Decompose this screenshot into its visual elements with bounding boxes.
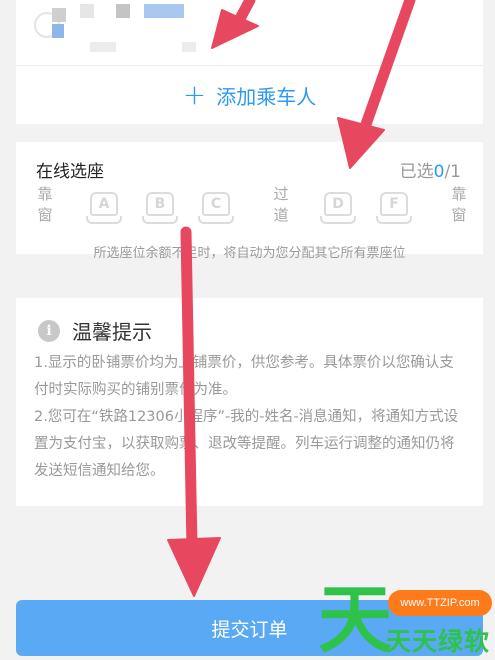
redacted-text (52, 24, 64, 38)
selected-number: 0 (433, 162, 445, 182)
tips-header: i 温馨提示 (38, 316, 152, 345)
redacted-text (90, 42, 116, 52)
redacted-text (182, 42, 196, 52)
selected-prefix: 已选 (399, 162, 434, 182)
seat-selection-title: 在线选座 (36, 162, 104, 182)
tips-body: 1.显示的卧铺票价均为上铺票价，供您参考。具体票价以您确认支付时实际购买的铺别票… (34, 350, 466, 485)
arrow-head-icon (167, 537, 221, 597)
window-label-left: 靠窗 (37, 185, 53, 224)
seat-selection-card: 在线选座 已选0/1 靠窗 A B C 过道 D F 靠窗 所选座位余额不足时，… (16, 142, 483, 261)
tips-title: 温馨提示 (72, 320, 152, 344)
redacted-text (116, 4, 130, 18)
add-passenger-button[interactable]: + 添加乘车人 (16, 66, 483, 124)
seat-letter: A (90, 192, 118, 216)
tips-card: i 温馨提示 1.显示的卧铺票价均为上铺票价，供您参考。具体票价以您确认支付时实… (16, 298, 483, 506)
redacted-text (52, 8, 66, 22)
add-passenger-label: 添加乘车人 (216, 84, 317, 109)
seat-d[interactable]: D (320, 192, 356, 224)
tips-line-2: 2.您可在“铁路12306小程序”-我的-姓名-消息通知，将通知方式设置为支付宝… (34, 409, 459, 479)
seat-note: 所选座位余额不足时，将自动为您分配其它所有票座位 (93, 246, 406, 261)
passenger-card: + 添加乘车人 (16, 0, 483, 124)
seat-letter: D (324, 192, 352, 216)
seat-b[interactable]: B (142, 192, 178, 224)
seat-c[interactable]: C (198, 192, 234, 224)
seat-letter: C (202, 192, 230, 216)
seat-map: 靠窗 A B C 过道 D F 靠窗 (16, 184, 483, 230)
passenger-row[interactable] (16, 0, 483, 66)
tips-line-1: 1.显示的卧铺票价均为上铺票价，供您参考。具体票价以您确认支付时实际购买的铺别票… (34, 355, 454, 398)
info-icon: i (38, 319, 60, 342)
submit-order-button[interactable]: 提交订单 (16, 600, 483, 656)
seat-letter: B (146, 192, 174, 216)
seat-letter: F (380, 192, 408, 216)
seat-a[interactable]: A (86, 192, 122, 224)
seat-selected-count: 已选0/1 (400, 157, 461, 182)
aisle-label: 过道 (273, 185, 289, 224)
redacted-text (80, 4, 94, 18)
redacted-text (144, 4, 184, 18)
window-label-right: 靠窗 (451, 185, 467, 224)
plus-icon: + (182, 78, 207, 111)
submit-order-label: 提交订单 (211, 618, 288, 641)
seat-f[interactable]: F (376, 192, 412, 224)
selected-total: /1 (444, 162, 461, 182)
